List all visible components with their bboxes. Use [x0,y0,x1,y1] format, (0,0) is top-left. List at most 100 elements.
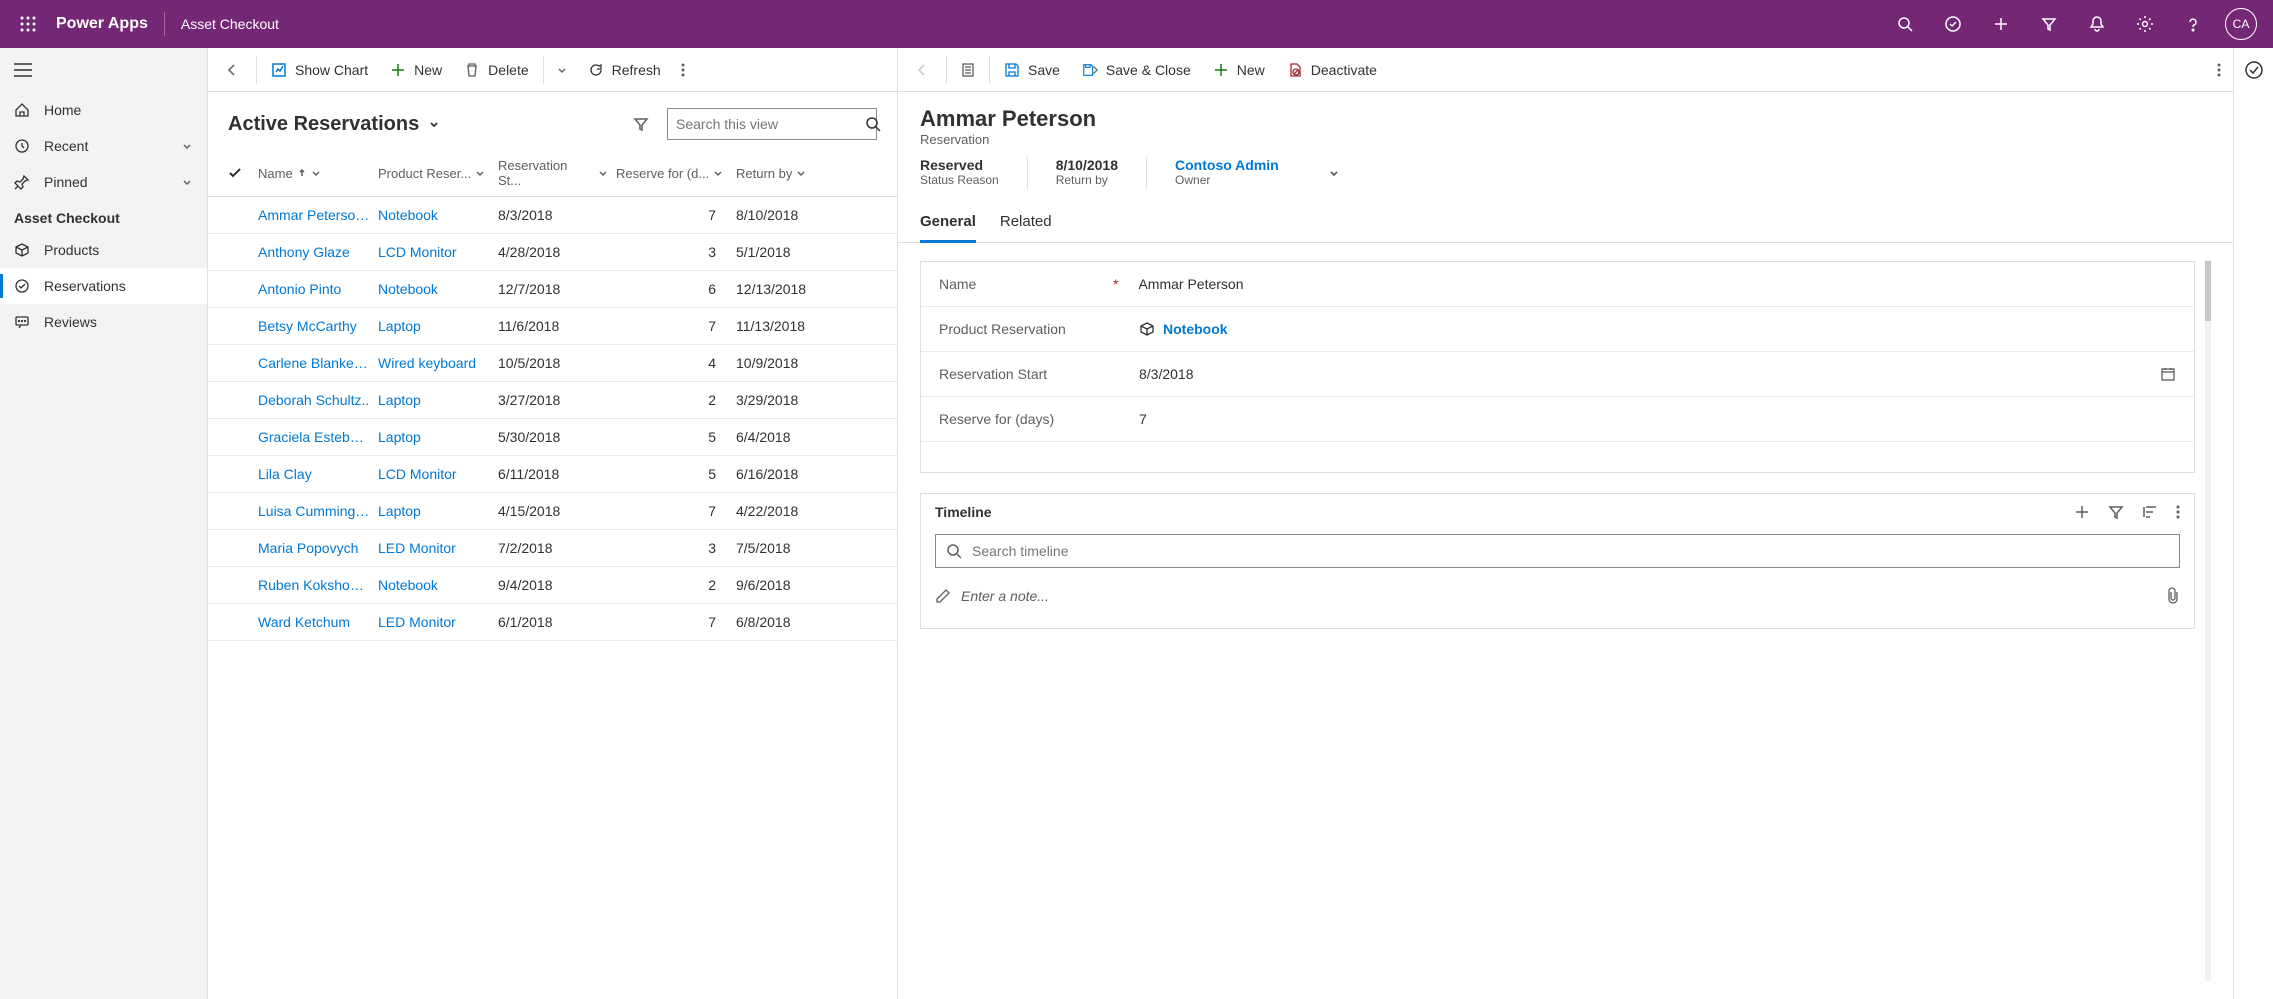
form-scrollbar[interactable] [2205,261,2211,981]
cell-name-link[interactable]: Ammar Peterson.. [258,207,378,223]
cell-name-link[interactable]: Anthony Glaze [258,244,378,260]
form-more-commands[interactable] [2209,50,2229,90]
save-close-button[interactable]: Save & Close [1072,50,1201,90]
add-icon[interactable] [1977,0,2025,48]
cell-name-link[interactable]: Luisa Cummings.. [258,503,378,519]
app-breadcrumb[interactable]: Asset Checkout [165,16,295,32]
cell-name-link[interactable]: Betsy McCarthy [258,318,378,334]
nav-reservations[interactable]: Reservations [0,268,207,304]
timeline-search-input[interactable] [972,543,2169,559]
more-commands[interactable] [673,50,693,90]
table-row[interactable]: Betsy McCarthyLaptop11/6/2018711/13/2018 [208,308,897,345]
select-all-checkbox[interactable] [228,158,258,188]
cell-name-link[interactable]: Maria Popovych [258,540,378,556]
product-lookup-link[interactable]: Notebook [1163,321,1228,337]
cell-product-link[interactable]: LCD Monitor [378,466,498,482]
cell-product-link[interactable]: Laptop [378,392,498,408]
filter-button[interactable] [625,108,657,140]
show-chart-button[interactable]: Show Chart [261,50,378,90]
header-expand-button[interactable] [1327,166,1341,180]
table-row[interactable]: Lila ClayLCD Monitor6/11/201856/16/2018 [208,456,897,493]
header-field-returnby[interactable]: 8/10/2018 Return by [1056,157,1118,187]
form-mode-button[interactable] [951,50,985,90]
col-header-return[interactable]: Return by [736,158,856,188]
cell-product-link[interactable]: Notebook [378,281,498,297]
col-header-name[interactable]: Name [258,158,378,188]
filter-icon[interactable] [2025,0,2073,48]
cell-product-link[interactable]: Laptop [378,503,498,519]
refresh-button[interactable]: Refresh [578,50,671,90]
timeline-note-input[interactable]: Enter a note... [935,578,2180,614]
cell-name-link[interactable]: Deborah Schultz.. [258,392,378,408]
grid-body[interactable]: Ammar Peterson..Notebook8/3/201878/10/20… [208,197,897,999]
user-avatar[interactable]: CA [2225,8,2257,40]
cell-product-link[interactable]: Wired keyboard [378,355,498,371]
cell-name-link[interactable]: Ward Ketchum [258,614,378,630]
nav-reviews[interactable]: Reviews [0,304,207,340]
cell-product-link[interactable]: LED Monitor [378,540,498,556]
deactivate-button[interactable]: Deactivate [1277,50,1387,90]
notification-icon[interactable] [2073,0,2121,48]
field-reserve-days[interactable]: Reserve for (days) 7 [921,397,2194,442]
table-row[interactable]: Anthony GlazeLCD Monitor4/28/201835/1/20… [208,234,897,271]
task-icon[interactable] [1929,0,1977,48]
cell-name-link[interactable]: Carlene Blankensh [258,355,378,371]
field-name[interactable]: Name * Ammar Peterson [921,262,2194,307]
table-row[interactable]: Maria PopovychLED Monitor7/2/201837/5/20… [208,530,897,567]
cell-product-link[interactable]: Laptop [378,429,498,445]
timeline-sort-button[interactable] [2142,504,2158,520]
cell-name-link[interactable]: Lila Clay [258,466,378,482]
col-header-days[interactable]: Reserve for (d... [616,158,736,188]
nav-recent[interactable]: Recent [0,128,207,164]
attach-icon[interactable] [2166,587,2180,605]
cell-product-link[interactable]: Notebook [378,577,498,593]
delete-button[interactable]: Delete [454,50,538,90]
cell-product-link[interactable]: LCD Monitor [378,244,498,260]
cell-name-link[interactable]: Ruben Kokshoorn [258,577,378,593]
app-launcher-icon[interactable] [8,4,48,44]
search-icon[interactable] [1881,0,1929,48]
table-row[interactable]: Deborah Schultz..Laptop3/27/201823/29/20… [208,382,897,419]
settings-icon[interactable] [2121,0,2169,48]
cell-name-link[interactable]: Graciela Esteban.. [258,429,378,445]
new-button[interactable]: New [380,50,452,90]
header-field-status[interactable]: Reserved Status Reason [920,157,999,187]
table-row[interactable]: Ruben KokshoornNotebook9/4/201829/6/2018 [208,567,897,604]
table-row[interactable]: Ammar Peterson..Notebook8/3/201878/10/20… [208,197,897,234]
field-product-reservation[interactable]: Product Reservation Notebook [921,307,2194,352]
timeline-filter-button[interactable] [2108,504,2124,520]
search-input[interactable] [676,116,857,132]
timeline-search[interactable] [935,534,2180,568]
view-selector[interactable]: Active Reservations [228,113,441,136]
nav-collapse-button[interactable] [0,48,207,92]
tab-general[interactable]: General [920,213,976,243]
help-icon[interactable] [2169,0,2217,48]
field-reservation-start[interactable]: Reservation Start 8/3/2018 [921,352,2194,397]
delete-dropdown[interactable] [548,50,576,90]
table-row[interactable]: Luisa Cummings..Laptop4/15/201874/22/201… [208,493,897,530]
cell-product-link[interactable]: Notebook [378,207,498,223]
form-back-button[interactable] [902,50,942,90]
form-new-button[interactable]: New [1203,50,1275,90]
calendar-icon[interactable] [2160,366,2176,382]
cell-product-link[interactable]: LED Monitor [378,614,498,630]
cell-product-link[interactable]: Laptop [378,318,498,334]
header-field-owner[interactable]: Contoso Admin Owner [1175,157,1279,187]
col-header-start[interactable]: Reservation St... [498,158,616,188]
col-header-product[interactable]: Product Reser... [378,158,498,188]
table-row[interactable]: Carlene BlankenshWired keyboard10/5/2018… [208,345,897,382]
table-row[interactable]: Antonio PintoNotebook12/7/2018612/13/201… [208,271,897,308]
cell-name-link[interactable]: Antonio Pinto [258,281,378,297]
back-button[interactable] [212,50,252,90]
tab-related[interactable]: Related [1000,213,1052,242]
save-button[interactable]: Save [994,50,1070,90]
table-row[interactable]: Ward KetchumLED Monitor6/1/201876/8/2018 [208,604,897,641]
table-row[interactable]: Graciela Esteban..Laptop5/30/201856/4/20… [208,419,897,456]
timeline-add-button[interactable] [2074,504,2090,520]
nav-home[interactable]: Home [0,92,207,128]
nav-products[interactable]: Products [0,232,207,268]
search-view[interactable] [667,108,877,140]
timeline-more-button[interactable] [2176,504,2180,520]
app-name[interactable]: Power Apps [48,15,164,33]
nav-pinned[interactable]: Pinned [0,164,207,200]
